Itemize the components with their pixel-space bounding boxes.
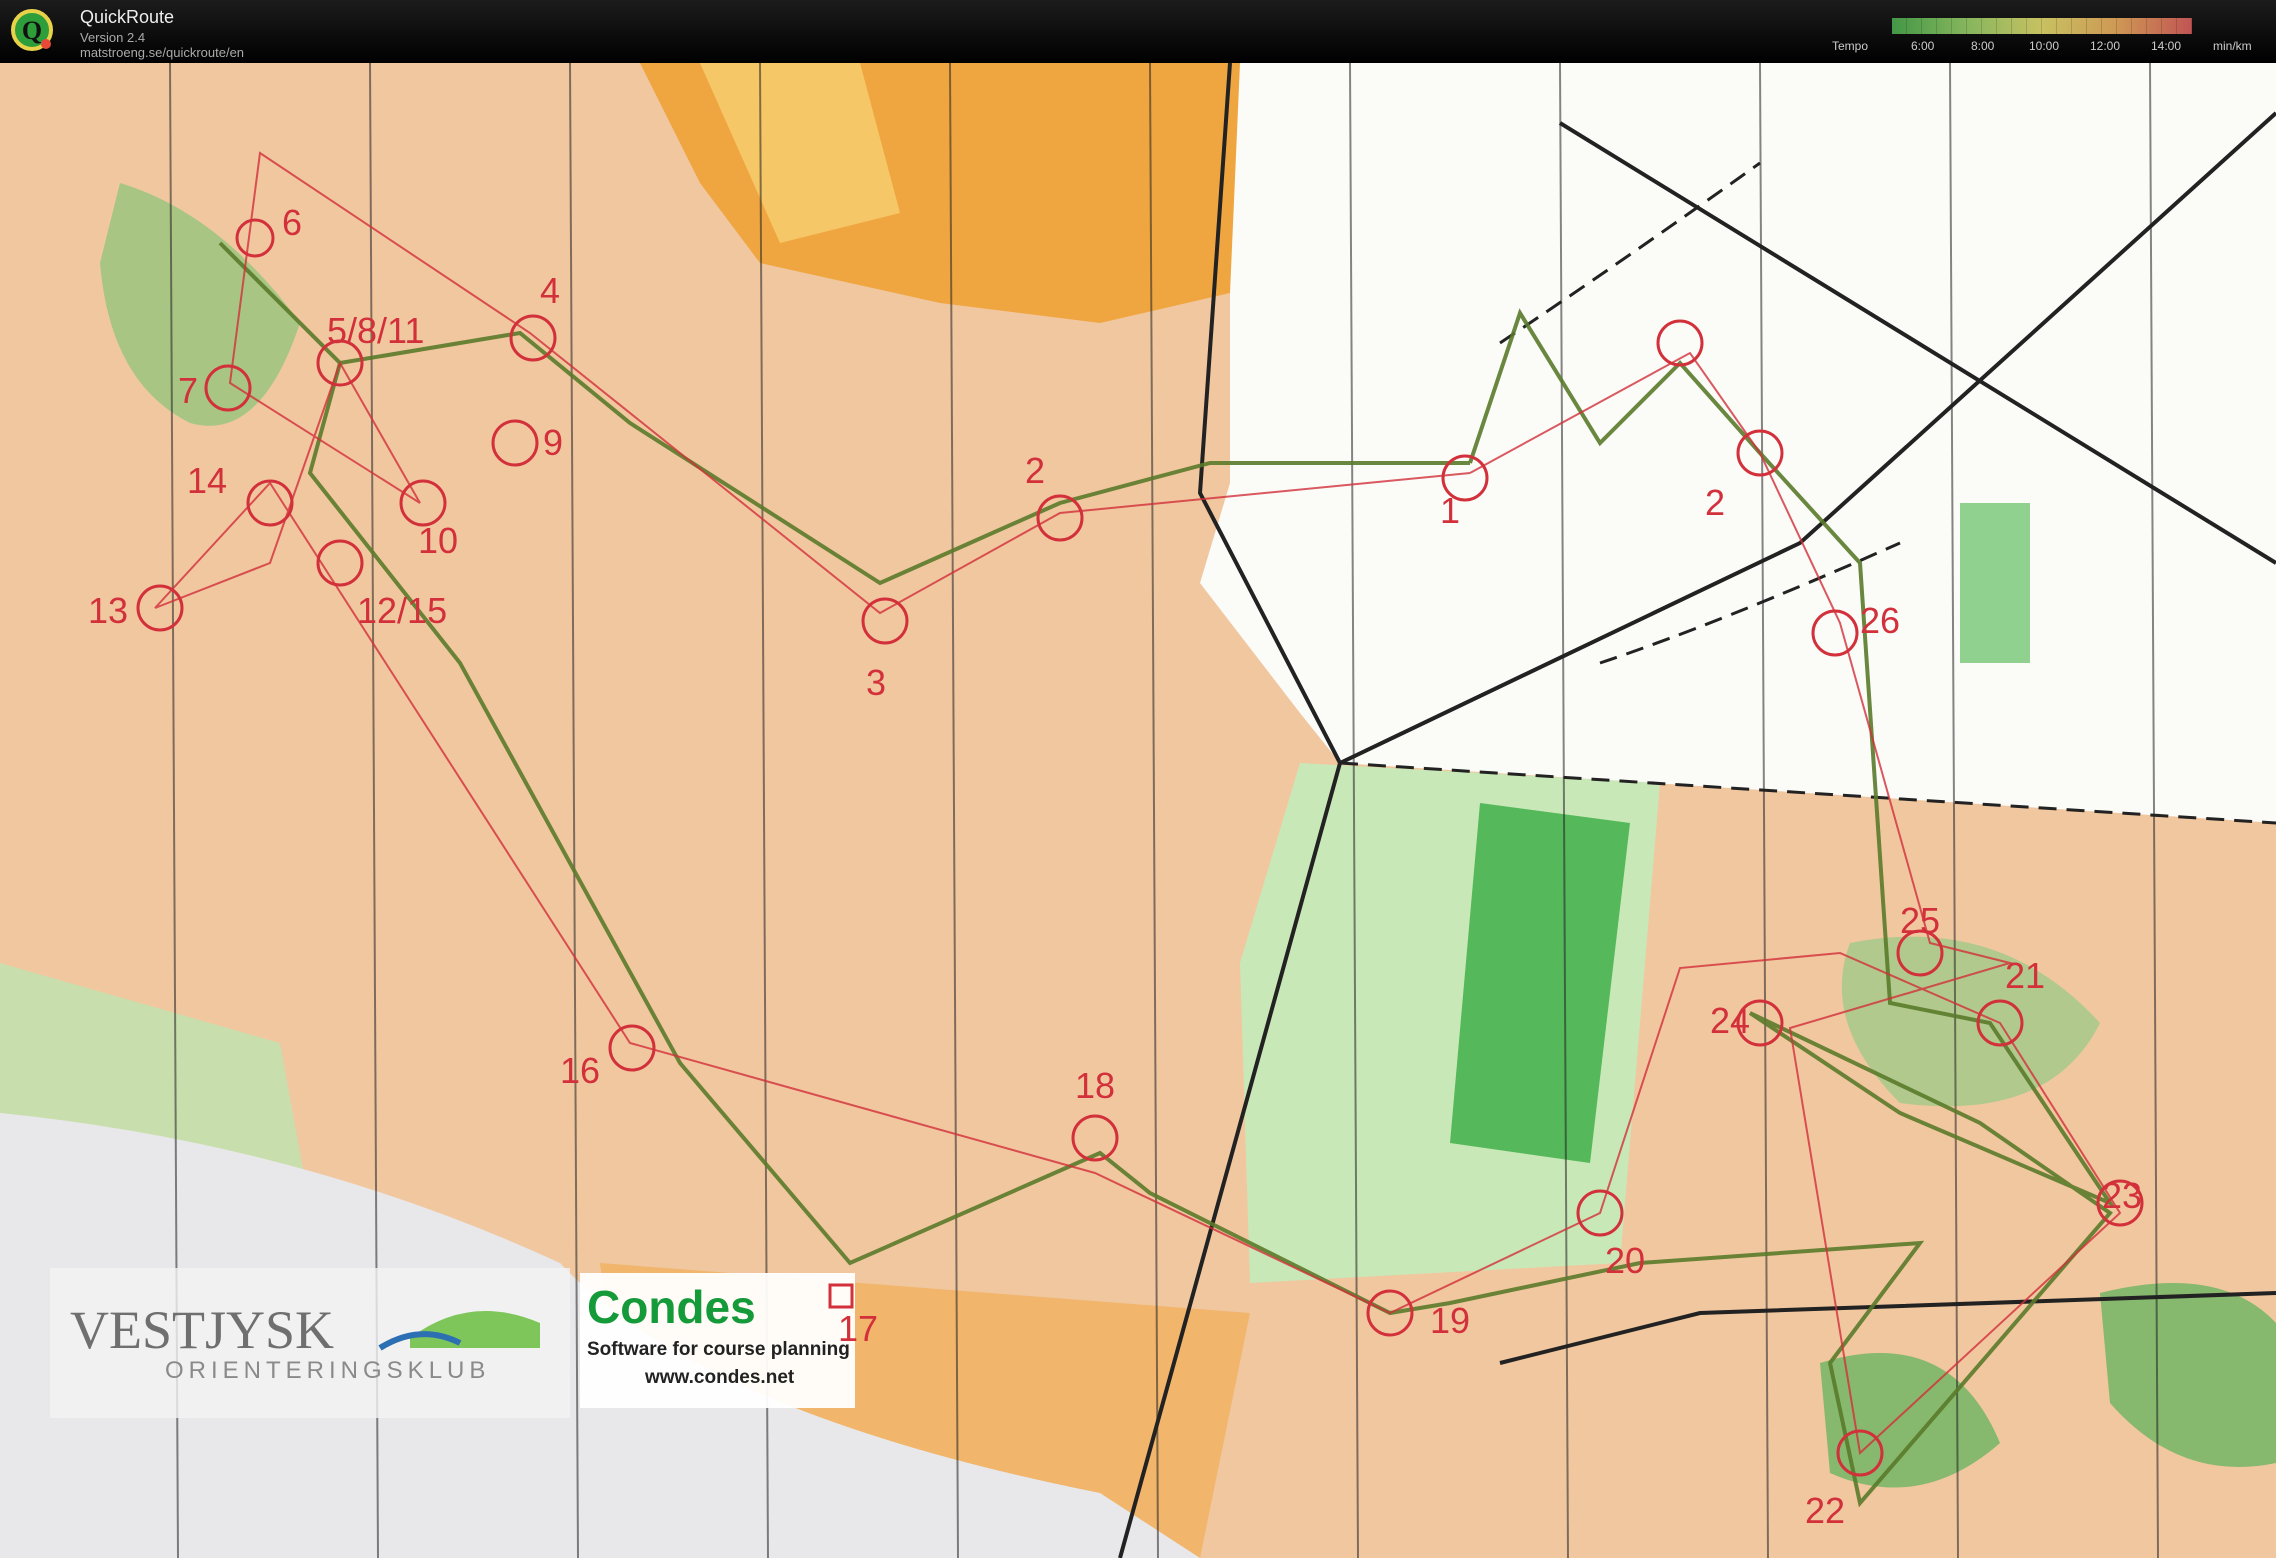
app-url[interactable]: matstroeng.se/quickroute/en	[80, 45, 244, 60]
control-label: 21	[2005, 955, 2045, 996]
control-label: 14	[187, 460, 227, 501]
condes-ad[interactable]: Condes Software for course planning www.…	[580, 1273, 878, 1408]
control-label: 6	[282, 202, 302, 243]
tempo-tick: 12:00	[2090, 39, 2121, 53]
control-label: 19	[1430, 1300, 1470, 1341]
orienteering-map[interactable]: 1 2 2 3 4 5/8/11 6 7 9 10 12/15 13 14 16…	[0, 63, 2276, 1558]
title-bar: Q QuickRoute Version 2.4 matstroeng.se/q…	[0, 0, 2276, 63]
control-label: 9	[543, 422, 563, 463]
control-label: 16	[560, 1050, 600, 1091]
control-label: 2	[1705, 482, 1725, 523]
tempo-tick: 8:00	[1971, 39, 1995, 53]
quickroute-logo: Q	[11, 9, 53, 51]
vestjysk-logo: VESTJYSK ORIENTERINGSKLUB	[50, 1268, 570, 1418]
control-label: 13	[88, 590, 128, 631]
control-label: 20	[1605, 1240, 1645, 1281]
control-label: 2	[1025, 450, 1045, 491]
condes-url: www.condes.net	[644, 1367, 795, 1388]
control-label: 5/8/11	[327, 310, 424, 351]
control-label: 26	[1860, 600, 1900, 641]
control-label: 18	[1075, 1065, 1115, 1106]
control-label: 12/15	[357, 590, 447, 631]
tempo-tick: 14:00	[2151, 39, 2182, 53]
control-label: 17	[838, 1308, 878, 1349]
tempo-unit: min/km	[2213, 39, 2252, 53]
control-label: 10	[418, 520, 458, 561]
control-label: 7	[178, 370, 198, 411]
condes-tagline: Software for course planning	[587, 1339, 850, 1360]
control-label: 3	[866, 662, 886, 703]
app-version: Version 2.4	[80, 30, 146, 45]
app-title: QuickRoute	[80, 7, 175, 27]
tempo-scale-grid	[1892, 18, 2192, 34]
control-label: 25	[1900, 900, 1940, 941]
tempo-tick: 10:00	[2029, 39, 2060, 53]
green-patch	[1960, 503, 2030, 663]
control-label: 1	[1440, 490, 1460, 531]
svg-text:Q: Q	[22, 16, 42, 45]
condes-title: Condes	[587, 1281, 756, 1333]
club-name: VESTJYSK	[70, 1300, 334, 1360]
control-label: 24	[1710, 1000, 1750, 1041]
tempo-label: Tempo	[1832, 39, 1869, 53]
control-label: 23	[2102, 1175, 2142, 1216]
control-label: 4	[540, 270, 560, 311]
tempo-tick: 6:00	[1911, 39, 1935, 53]
club-subtitle: ORIENTERINGSKLUB	[165, 1357, 490, 1384]
control-label: 22	[1805, 1490, 1845, 1531]
